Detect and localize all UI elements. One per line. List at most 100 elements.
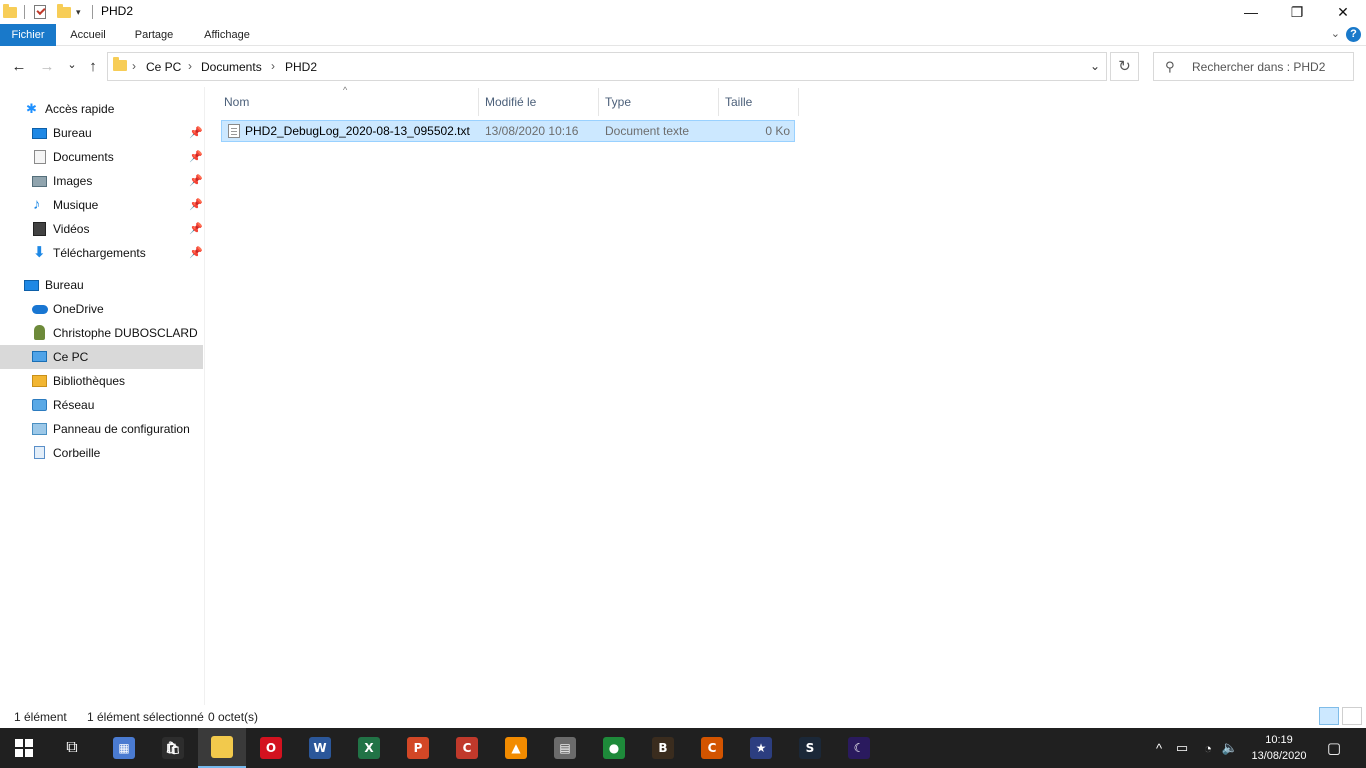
sidebar-item-onedrive[interactable]: OneDrive bbox=[0, 297, 203, 321]
sidebar-item-recycle-bin[interactable]: Corbeille bbox=[0, 441, 203, 465]
vlc-icon: ▲ bbox=[505, 737, 527, 759]
address-dropdown-icon[interactable]: ⌄ bbox=[1090, 59, 1100, 73]
breadcrumb-chevron-icon[interactable]: › bbox=[271, 59, 275, 73]
file-row[interactable]: PHD2_DebugLog_2020-08-13_095502.txt 13/0… bbox=[221, 120, 795, 142]
sidebar-item-label: Panneau de configuration bbox=[53, 422, 190, 436]
taskbar-app-vlc[interactable]: ▲ bbox=[492, 728, 540, 768]
pin-icon[interactable]: 📌 bbox=[189, 126, 203, 139]
column-header-name[interactable]: Nom bbox=[218, 88, 479, 116]
tab-share[interactable]: Partage bbox=[126, 24, 182, 46]
minimize-button[interactable]: — bbox=[1228, 0, 1274, 24]
taskbar-app-app-gray[interactable]: ▤ bbox=[541, 728, 589, 768]
large-icons-view-button[interactable] bbox=[1342, 707, 1362, 725]
clock-time: 10:19 bbox=[1265, 734, 1293, 746]
taskbar-app-store[interactable]: 🛍 bbox=[149, 728, 197, 768]
taskbar-app-backyard-eos[interactable]: B bbox=[639, 728, 687, 768]
taskbar-app-app-stars[interactable]: ★ bbox=[737, 728, 785, 768]
clock[interactable]: 10:19 13/08/2020 bbox=[1248, 732, 1310, 764]
navigation-pane: ✱ Accès rapide Bureau 📌 Documents 📌 Imag… bbox=[0, 87, 205, 705]
customize-toolbar-icon[interactable]: ▾ bbox=[76, 3, 81, 21]
taskbar-app-app-green[interactable]: ● bbox=[590, 728, 638, 768]
sidebar-item-bureau[interactable]: Bureau bbox=[0, 273, 203, 297]
search-box[interactable]: ⚲ bbox=[1153, 52, 1354, 81]
sidebar-item-label: Bureau bbox=[53, 126, 92, 140]
wifi-icon[interactable]: ◔ bbox=[1198, 728, 1218, 768]
forward-button[interactable]: → bbox=[37, 57, 57, 77]
sidebar-item-label: Corbeille bbox=[53, 446, 101, 460]
sidebar-item-label: Christophe DUBOSCLARD bbox=[53, 326, 198, 340]
taskbar-app-word[interactable]: W bbox=[296, 728, 344, 768]
breadcrumb-chevron-icon[interactable]: › bbox=[188, 59, 192, 73]
app-gray-icon: ▤ bbox=[554, 737, 576, 759]
sidebar-item-downloads[interactable]: ⬇ Téléchargements 📌 bbox=[0, 241, 203, 265]
taskbar-app-stellarium[interactable]: ☾ bbox=[835, 728, 883, 768]
taskbar-app-steam[interactable]: S bbox=[786, 728, 834, 768]
sidebar-item-label: Documents bbox=[53, 150, 114, 164]
tab-home[interactable]: Accueil bbox=[60, 24, 116, 46]
cpwi-icon: C bbox=[701, 737, 723, 759]
tab-file[interactable]: Fichier bbox=[0, 24, 56, 46]
ribbon-expand-icon[interactable]: ⌄ bbox=[1331, 27, 1340, 40]
sidebar-item-ce-pc[interactable]: Ce PC bbox=[0, 345, 203, 369]
details-view-button[interactable] bbox=[1319, 707, 1339, 725]
sidebar-item-music[interactable]: ♪ Musique 📌 bbox=[0, 193, 203, 217]
back-button[interactable]: ← bbox=[9, 57, 29, 77]
breadcrumb-item-phd2[interactable]: PHD2 bbox=[285, 60, 317, 74]
star-icon: ✱ bbox=[26, 101, 37, 116]
breadcrumb-item-ce-pc[interactable]: Ce PC bbox=[146, 60, 181, 74]
new-folder-icon[interactable] bbox=[57, 3, 71, 21]
sidebar-item-libraries[interactable]: Bibliothèques bbox=[0, 369, 203, 393]
taskbar-app-opera[interactable]: O bbox=[247, 728, 295, 768]
sidebar-item-documents[interactable]: Documents 📌 bbox=[0, 145, 203, 169]
notifications-icon[interactable]: ▢ bbox=[1320, 728, 1348, 768]
breadcrumb-item-documents[interactable]: Documents bbox=[201, 60, 262, 74]
sidebar-item-user[interactable]: Christophe DUBOSCLARD bbox=[0, 321, 203, 345]
up-button[interactable]: ↑ bbox=[83, 57, 103, 77]
pin-icon[interactable]: 📌 bbox=[189, 222, 203, 235]
music-icon: ♪ bbox=[33, 196, 41, 213]
column-header-type[interactable]: Type bbox=[599, 88, 719, 116]
taskbar-app-calculator[interactable]: ▦ bbox=[100, 728, 148, 768]
file-type: Document texte bbox=[605, 124, 690, 138]
status-bar: 1 élément 1 élément sélectionné 0 octet(… bbox=[0, 705, 1366, 728]
address-bar[interactable]: › Ce PC › Documents › PHD2 ⌄ bbox=[107, 52, 1107, 81]
tab-view[interactable]: Affichage bbox=[194, 24, 260, 46]
pin-icon[interactable]: 📌 bbox=[189, 150, 203, 163]
taskbar-app-cpwi[interactable]: C bbox=[688, 728, 736, 768]
volume-icon[interactable]: 🔈 bbox=[1220, 728, 1240, 768]
column-header-size[interactable]: Taille bbox=[719, 88, 799, 116]
pictures-icon bbox=[32, 176, 47, 187]
sidebar-item-bureau-pinned[interactable]: Bureau 📌 bbox=[0, 121, 203, 145]
battery-icon[interactable]: ▭ bbox=[1172, 728, 1192, 768]
start-button[interactable] bbox=[0, 728, 48, 768]
app-green-icon: ● bbox=[603, 737, 625, 759]
text-file-icon bbox=[228, 124, 240, 138]
help-icon[interactable]: ? bbox=[1346, 27, 1361, 42]
maximize-button[interactable]: ❐ bbox=[1274, 0, 1320, 24]
sidebar-item-control-panel[interactable]: Panneau de configuration bbox=[0, 417, 203, 441]
taskbar-app-file-explorer[interactable] bbox=[198, 728, 246, 768]
refresh-button[interactable]: ↻ bbox=[1110, 52, 1139, 81]
recent-locations-button[interactable]: ⌄ bbox=[62, 55, 82, 75]
taskbar-app-ccleaner[interactable]: C bbox=[443, 728, 491, 768]
pin-icon[interactable]: 📌 bbox=[189, 174, 203, 187]
sidebar-item-images[interactable]: Images 📌 bbox=[0, 169, 203, 193]
taskbar-app-excel[interactable]: X bbox=[345, 728, 393, 768]
breadcrumb-chevron-icon[interactable]: › bbox=[132, 59, 136, 73]
backyard-eos-icon: B bbox=[652, 737, 674, 759]
pin-icon[interactable]: 📌 bbox=[189, 246, 203, 259]
sidebar-item-network[interactable]: Réseau bbox=[0, 393, 203, 417]
taskbar-app-powerpoint[interactable]: P bbox=[394, 728, 442, 768]
task-view-button[interactable]: ⧉ bbox=[48, 728, 96, 768]
column-header-modified[interactable]: Modifié le bbox=[479, 88, 599, 116]
sidebar-item-quick-access[interactable]: ✱ Accès rapide bbox=[0, 97, 203, 121]
pin-icon[interactable]: 📌 bbox=[189, 198, 203, 211]
word-icon: W bbox=[309, 737, 331, 759]
close-button[interactable]: ✕ bbox=[1320, 0, 1366, 24]
show-hidden-icons-button[interactable]: ^ bbox=[1150, 728, 1168, 768]
sidebar-item-videos[interactable]: Vidéos 📌 bbox=[0, 217, 203, 241]
search-input[interactable] bbox=[1192, 58, 1347, 76]
properties-icon[interactable] bbox=[34, 3, 46, 21]
quick-access-separator bbox=[24, 5, 25, 19]
recycle-bin-icon bbox=[34, 446, 45, 459]
